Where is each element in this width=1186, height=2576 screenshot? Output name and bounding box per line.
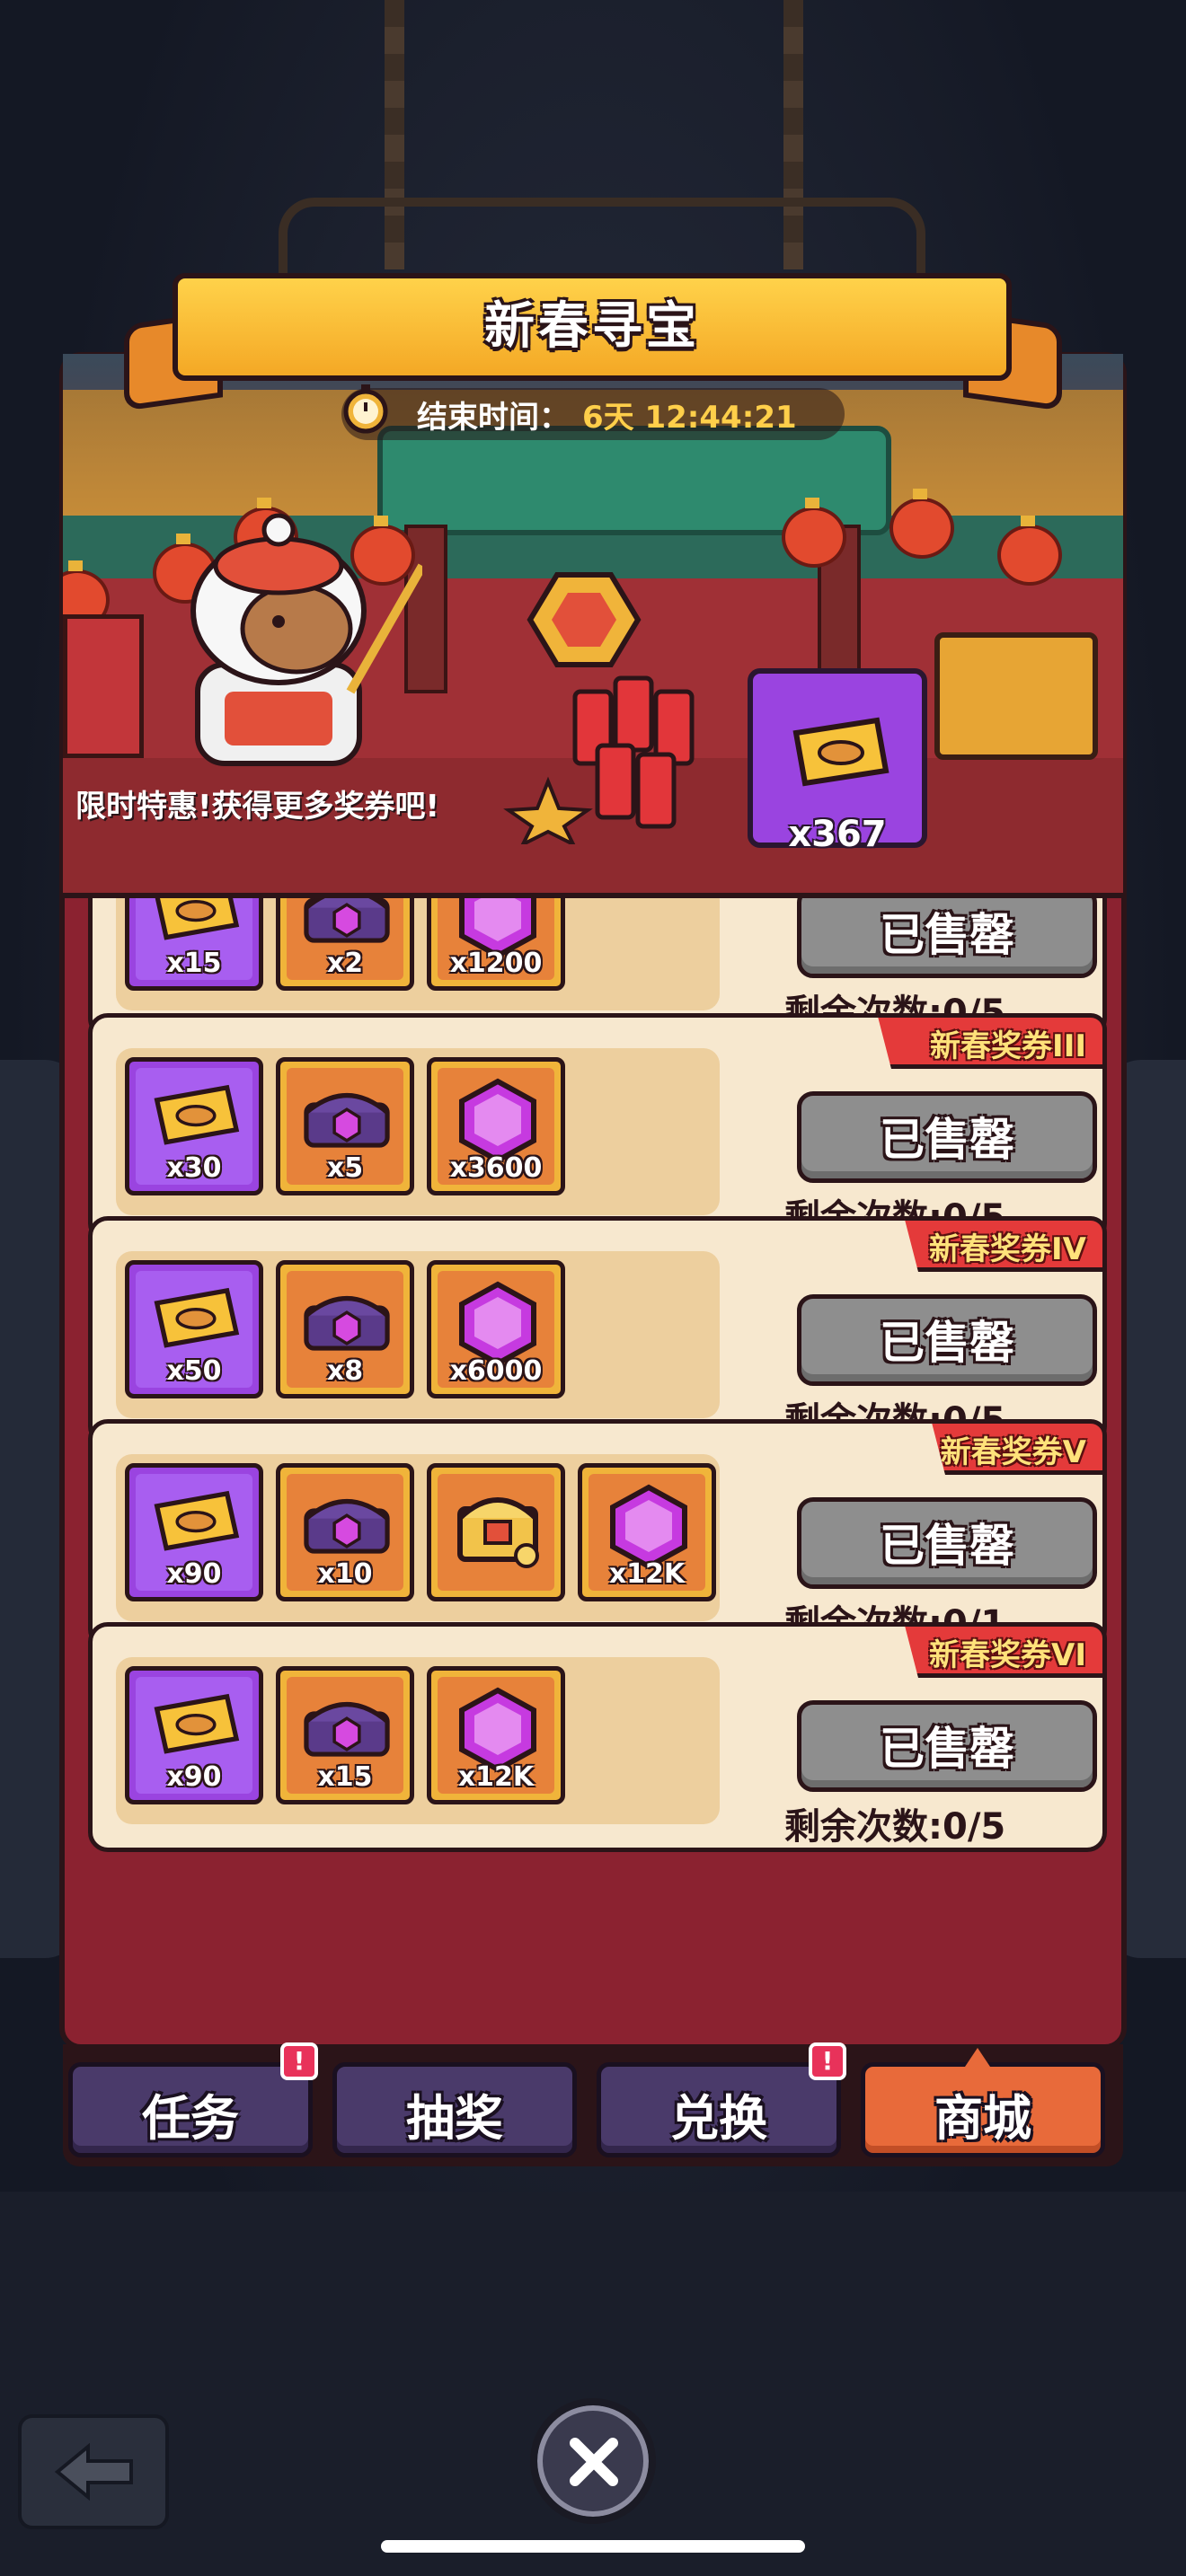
timer-label: 结束时间： (417, 400, 570, 436)
sign-hanger (279, 198, 925, 278)
sold-out-label: 已售罄 (880, 1520, 1014, 1572)
alert-badge-icon: ! (809, 2042, 846, 2080)
lantern-icon (997, 516, 1062, 586)
bundle-tag-label: 新春奖券IV (929, 1231, 1086, 1267)
ticket-icon (792, 717, 890, 787)
reward-quantity: x3600 (449, 1152, 543, 1184)
chest-icon (304, 1702, 390, 1757)
shop-row: x50x8x6000新春奖券IV已售罄剩余次数:0/5 (88, 1216, 1107, 1446)
reward-quantity: x5 (326, 1152, 364, 1184)
gift-box-icon (934, 632, 1098, 760)
reward-quantity: x10 (317, 1558, 373, 1590)
timer-value: 6天 12:44:21 (582, 400, 797, 436)
ticket-icon (154, 1287, 240, 1348)
chest-icon (304, 1093, 390, 1148)
back-button[interactable] (18, 2414, 169, 2529)
chest-icon (304, 898, 390, 943)
decor-crate (63, 614, 144, 758)
back-arrow-icon (54, 2443, 133, 2501)
shop-row: x30x5x3600新春奖券III已售罄剩余次数:0/5 (88, 1013, 1107, 1243)
tab-label: 抽奖 (406, 2090, 503, 2147)
sold-out-label: 已售罄 (880, 1723, 1014, 1775)
chest-icon (304, 1296, 390, 1351)
reward-quantity: x12K (457, 1761, 535, 1793)
reward-quantity: x8 (326, 1355, 364, 1387)
bundle-tag: 新春奖券IV (904, 1216, 1107, 1272)
lantern-icon (890, 489, 954, 559)
close-icon (570, 2438, 618, 2486)
firecracker-icon (503, 572, 695, 844)
home-indicator (381, 2540, 805, 2553)
ticket-icon (154, 1490, 240, 1551)
ticket-balance-count: x367 (788, 814, 887, 855)
sold-out-label: 已售罄 (880, 1317, 1014, 1369)
ticket-icon (154, 1693, 240, 1754)
close-button[interactable] (530, 2398, 656, 2524)
reward-quantity: x90 (166, 1558, 222, 1590)
reward-quantity: x2 (326, 948, 364, 979)
reward-quantity: x50 (166, 1355, 222, 1387)
bundle-tag: 新春奖券V (931, 1419, 1107, 1475)
capybara-mascot-icon (190, 513, 422, 766)
bundle-tag-label: 新春奖券VI (929, 1637, 1086, 1673)
promo-text: 限时特惠!获得更多奖券吧! (75, 789, 440, 825)
remaining-count: 剩余次数:0/5 (784, 1806, 1006, 1848)
stopwatch-icon (343, 384, 388, 434)
alert-badge-icon: ! (280, 2042, 318, 2080)
shop-row: x90 x15 x12K 新春奖券VI 已售罄剩余次数:0/5 (88, 1622, 1107, 1852)
reward-quantity: x12K (608, 1558, 686, 1590)
tab-label: 商城 (934, 2090, 1031, 2147)
reward-quantity: x90 (166, 1761, 222, 1793)
tab-label: 兑换 (670, 2090, 767, 2147)
shop-list[interactable]: x15 x2 x1200 已售罄剩余次数:0/5 x30 x5 x3600 新春奖券III 已售… (63, 898, 1123, 2039)
bundle-tag: 新春奖券VI (904, 1622, 1107, 1678)
bundle-tag-label: 新春奖券III (930, 1028, 1086, 1064)
reward-quantity: x6000 (449, 1355, 543, 1387)
trophy-chest-icon (457, 1497, 539, 1568)
ticket-icon (155, 898, 240, 940)
reward-quantity: x30 (166, 1152, 222, 1184)
lantern-icon (782, 498, 846, 568)
reward-quantity: x15 (317, 1761, 373, 1793)
shop-row: x90x10x12K新春奖券V已售罄剩余次数:0/1 (88, 1419, 1107, 1649)
sold-out-label: 已售罄 (880, 1114, 1014, 1166)
page-title: 新春寻宝 (484, 297, 700, 356)
bundle-tag: 新春奖券III (877, 1013, 1107, 1069)
bundle-tag-label: 新春奖券V (940, 1434, 1086, 1470)
sold-out-label: 已售罄 (880, 909, 1014, 961)
reward-quantity: x15 (166, 948, 222, 979)
chest-icon (304, 1499, 390, 1554)
ticket-icon (154, 1084, 240, 1145)
tab-label: 任务 (142, 2090, 239, 2147)
trophy-chest-reward[interactable] (427, 1463, 565, 1601)
reward-quantity: x1200 (449, 948, 543, 979)
